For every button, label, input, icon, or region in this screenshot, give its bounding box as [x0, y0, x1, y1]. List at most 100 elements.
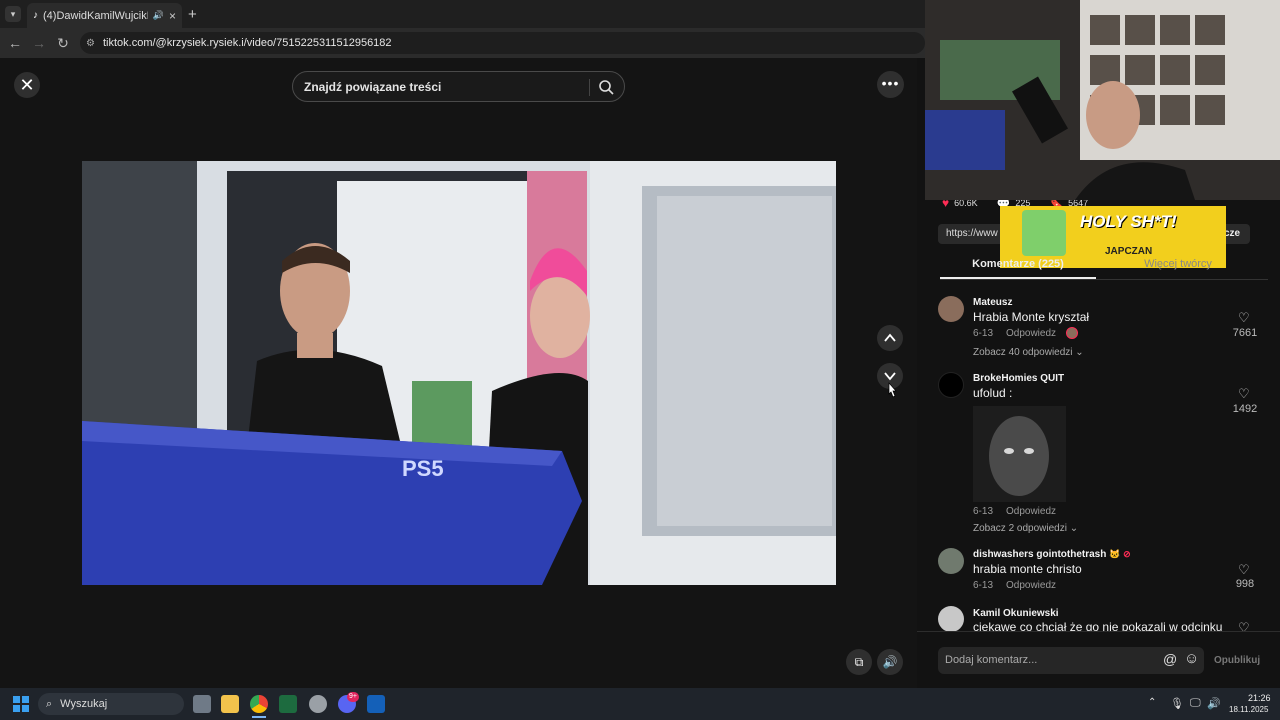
mention-icon[interactable]: @: [1163, 651, 1177, 667]
url-text: tiktok.com/@krzysiek.rysiek.i/video/7515…: [102, 37, 392, 49]
tab-related[interactable]: Więcej twórcy: [1100, 258, 1256, 278]
search-icon[interactable]: [598, 79, 614, 98]
tab-list-dropdown-icon[interactable]: ▾: [5, 6, 21, 22]
view-replies-text: Zobacz 40 odpowiedzi: [973, 347, 1073, 358]
chrome-icon[interactable]: [250, 695, 268, 713]
mouse-cursor-icon: [886, 382, 898, 403]
heart-outline-icon[interactable]: ♡: [1238, 386, 1250, 402]
copy-link-text: cze: [1223, 228, 1241, 239]
chevron-down-icon: ⌄: [1069, 523, 1079, 534]
comment-like-count: 7661: [1232, 327, 1258, 339]
search-divider: [589, 79, 590, 96]
comment-image[interactable]: [973, 406, 1066, 502]
svg-text:PS5: PS5: [402, 456, 444, 481]
composer-divider: [917, 631, 1280, 632]
tabs-divider: [940, 279, 1268, 280]
video-frame-image: PS5: [82, 161, 836, 585]
clock-date[interactable]: 18.11.2025: [1229, 705, 1268, 714]
media-app-icon[interactable]: [309, 695, 327, 713]
search-icon: ⌕: [46, 697, 53, 710]
avatar[interactable]: [938, 296, 964, 322]
heart-outline-icon[interactable]: ♡: [1238, 562, 1250, 578]
reply-link[interactable]: Odpowiedz: [1006, 580, 1056, 591]
picture-in-picture-button[interactable]: ⧉: [846, 649, 872, 675]
tray-overflow-icon[interactable]: ⌃: [1148, 697, 1156, 708]
banner-subtitle: JAPCZAN: [1105, 246, 1153, 257]
microphone-icon[interactable]: 🎙: [1170, 697, 1184, 710]
post-comment-button[interactable]: Opublikuj: [1214, 655, 1260, 666]
view-replies-text: Zobacz 2 odpowiedzi: [973, 523, 1067, 534]
no-entry-emoji-icon: ⊘: [1123, 549, 1131, 559]
comment-text: ufolud :: [973, 386, 1013, 400]
tab-title: (4)DawidKamilWujcikFamel: [43, 9, 148, 22]
excel-icon[interactable]: [279, 695, 297, 713]
file-explorer-icon[interactable]: [221, 695, 239, 713]
taskbar-search-label: Wyszukaj: [60, 698, 108, 710]
site-info-icon[interactable]: ⚙: [86, 38, 95, 49]
banner-artwork: [1022, 210, 1066, 256]
video-link-text: https://www: [946, 228, 998, 239]
related-search-input[interactable]: Znajdź powiązane treści: [292, 71, 625, 102]
app-icon[interactable]: [367, 695, 385, 713]
creator-liked-icon: [1066, 327, 1078, 339]
reply-link[interactable]: Odpowiedz: [1006, 328, 1056, 339]
tab-comments[interactable]: Komentarze (225): [940, 258, 1096, 278]
more-options-icon[interactable]: •••: [877, 71, 904, 98]
tab-related-label: Więcej twórcy: [1144, 258, 1212, 270]
comment-input-placeholder: Dodaj komentarz...: [945, 654, 1038, 666]
clock-time[interactable]: 21:26: [1248, 693, 1271, 703]
heart-outline-icon[interactable]: ♡: [1238, 310, 1250, 326]
chevron-down-icon: ⌄: [1075, 347, 1084, 358]
cat-emoji-icon: 🐱: [1109, 549, 1121, 559]
webcam-image: [925, 0, 1280, 200]
reload-icon[interactable]: ↻: [54, 34, 72, 52]
portrait-image: [973, 406, 1066, 502]
post-comment-label: Opublikuj: [1214, 655, 1261, 666]
url-field[interactable]: ⚙ tiktok.com/@krzysiek.rysiek.i/video/75…: [80, 32, 925, 54]
comment-like-count: 1492: [1232, 403, 1258, 415]
comment-author[interactable]: BrokeHomies QUIT: [973, 373, 1064, 384]
comment-author-name: dishwashers gointothetrash: [973, 549, 1107, 560]
comment-like-count: 998: [1235, 578, 1255, 590]
comment-date: 6-13: [973, 580, 994, 591]
close-button[interactable]: ✕: [14, 72, 40, 98]
view-replies-link[interactable]: Zobacz 40 odpowiedzi ⌄: [973, 347, 1084, 358]
reply-link[interactable]: Odpowiedz: [1006, 506, 1056, 517]
comment-text: hrabia monte christo: [973, 562, 1082, 576]
comment-author[interactable]: Mateusz: [973, 297, 1012, 308]
comment-date: 6-13: [973, 506, 994, 517]
previous-video-button[interactable]: [877, 325, 903, 351]
windows-start-icon[interactable]: [13, 696, 29, 712]
avatar[interactable]: [938, 548, 964, 574]
emoji-icon[interactable]: ☺: [1184, 650, 1199, 667]
heart-outline-icon[interactable]: ♡: [1238, 620, 1250, 631]
comment-author[interactable]: Kamil Okuniewski: [973, 608, 1059, 619]
banner-title: HOLY SH*T!: [1080, 212, 1177, 231]
tab-close-icon[interactable]: ×: [169, 9, 176, 23]
taskbar: [0, 688, 1280, 720]
taskbar-search[interactable]: ⌕ Wyszukaj: [38, 693, 184, 715]
new-tab-icon[interactable]: +: [188, 6, 197, 23]
webcam-overlay: [925, 0, 1280, 200]
network-icon[interactable]: 🖵: [1190, 697, 1201, 710]
volume-button[interactable]: 🔊: [877, 649, 903, 675]
speaker-icon: 🔊: [152, 10, 164, 20]
tab-comments-label: Komentarze (225): [972, 258, 1064, 270]
back-icon[interactable]: ←: [6, 34, 24, 52]
comment-author[interactable]: dishwashers gointothetrash 🐱 ⊘: [973, 549, 1131, 560]
comment-text: ciekawe co chciał że go nie pokazali w o…: [973, 620, 1223, 631]
discord-badge: 9+: [347, 692, 359, 702]
view-replies-link[interactable]: Zobacz 2 odpowiedzi ⌄: [973, 523, 1078, 534]
comment-text: Hrabia Monte kryształ: [973, 310, 1090, 324]
browser-tab[interactable]: ♪ (4)DawidKamilWujcikFamel 🔊 ×: [27, 3, 182, 28]
avatar[interactable]: [938, 606, 964, 631]
task-view-icon[interactable]: [193, 695, 211, 713]
search-placeholder: Znajdź powiązane treści: [304, 79, 442, 94]
comment-date: 6-13: [973, 328, 994, 339]
speaker-icon[interactable]: 🔊: [1207, 697, 1221, 710]
avatar[interactable]: [938, 372, 964, 398]
chrome-active-indicator: [252, 716, 266, 718]
chevron-down-icon: [884, 372, 896, 381]
video-player[interactable]: PS5: [82, 161, 836, 585]
forward-icon[interactable]: →: [30, 34, 48, 52]
